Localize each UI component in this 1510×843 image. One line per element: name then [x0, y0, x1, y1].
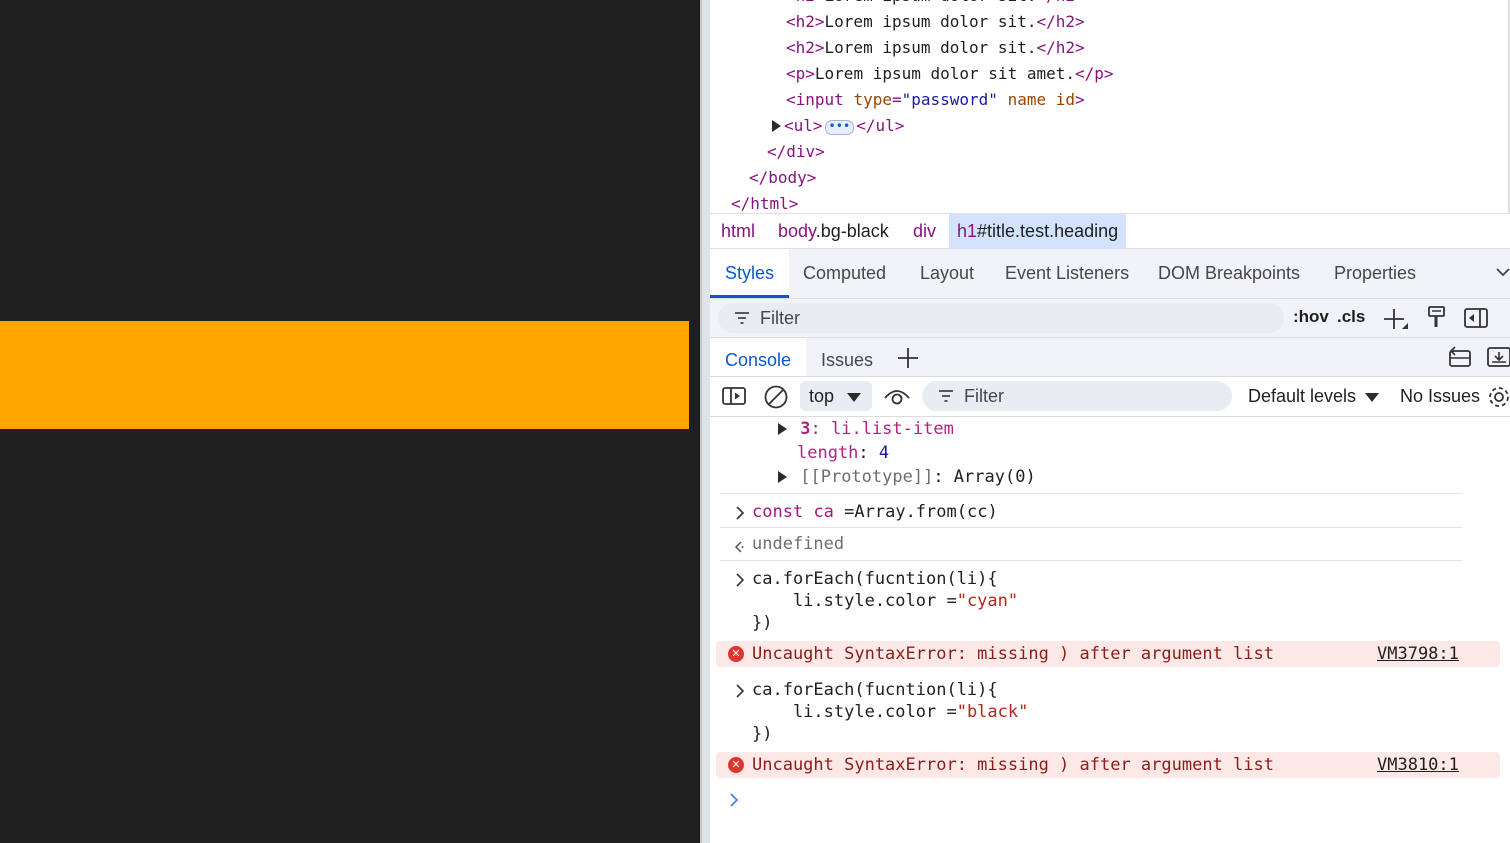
toggle-sidebar-icon[interactable] — [1463, 307, 1489, 329]
expand-triangle-icon[interactable] — [778, 471, 787, 483]
styles-filter-input[interactable]: Filter — [718, 303, 1284, 333]
cls-toggle[interactable]: .cls — [1337, 307, 1365, 327]
caret-down-icon[interactable] — [1365, 393, 1379, 402]
show-sidebar-icon[interactable] — [721, 386, 747, 406]
devtools-splitter[interactable] — [700, 0, 710, 843]
context-selector[interactable]: top — [800, 381, 872, 411]
console-input-line[interactable]: }) — [752, 611, 772, 635]
console-error: ✕ Uncaught SyntaxError: missing ) after … — [716, 752, 1500, 778]
console-input-line[interactable]: }) — [752, 722, 772, 746]
tree-line-div-close[interactable]: </div> — [767, 139, 825, 165]
styles-toolbar: Filter :hov .cls — [710, 299, 1510, 337]
tree-line-body-close[interactable]: </body> — [749, 165, 816, 191]
tab-layout[interactable]: Layout — [905, 249, 989, 298]
tree-line-h2[interactable]: <h2>Lorem ipsum dolor sit.</h2> — [786, 9, 1085, 35]
tab-dom-breakpoints[interactable]: DOM Breakpoints — [1143, 249, 1315, 298]
close-drawer-icon[interactable] — [1486, 346, 1510, 368]
new-style-rule-icon[interactable] — [1382, 307, 1410, 331]
orange-heading-block — [0, 321, 689, 429]
array-length: length: 4 — [797, 443, 890, 463]
console-input-line[interactable]: li.style.color ="black" — [752, 700, 1028, 724]
breadcrumb-body[interactable]: body.bg-black — [770, 214, 897, 249]
tree-line-input[interactable]: <input type="password" name id> — [786, 87, 1085, 113]
tab-properties[interactable]: Properties — [1319, 249, 1431, 298]
issues-counter[interactable]: No Issues — [1400, 377, 1480, 415]
tab-event-listeners[interactable]: Event Listeners — [990, 249, 1144, 298]
tree-line-h2[interactable]: <h2>Lorem ipsum dolor sit.</h2> — [786, 35, 1085, 61]
console-input-line[interactable]: ca.forEach(fucntion(li){ — [752, 678, 998, 702]
tree-line-ul[interactable]: <ul> ••• </ul> — [772, 113, 904, 139]
console-output: 3: li.list-item length: 4 [[Prototype]]:… — [710, 417, 1510, 843]
tab-console[interactable]: Console — [710, 338, 807, 376]
dock-drawer-icon[interactable] — [1446, 346, 1472, 368]
expand-triangle-icon[interactable] — [778, 423, 787, 435]
tree-line-p[interactable]: <p>Lorem ipsum dolor sit amet.</p> — [786, 61, 1114, 87]
ellipsis-badge[interactable]: ••• — [824, 120, 855, 135]
result-arrow-icon — [734, 541, 744, 553]
caret-down-icon — [847, 393, 861, 402]
input-prompt-icon — [736, 506, 745, 520]
tab-styles[interactable]: Styles — [710, 249, 790, 298]
drawer-tabs: Console Issues — [710, 337, 1510, 377]
chevron-down-icon[interactable] — [1496, 265, 1510, 279]
tree-line-html-close[interactable]: </html> — [731, 191, 798, 213]
gear-icon[interactable] — [1486, 384, 1510, 410]
error-icon: ✕ — [728, 757, 744, 773]
error-source-link[interactable]: VM3798:1 — [1377, 641, 1459, 667]
tab-computed[interactable]: Computed — [788, 249, 901, 298]
filter-icon — [735, 312, 749, 324]
tab-issues[interactable]: Issues — [806, 338, 888, 376]
elements-tree: <h2>Lorem ipsum dolor sit.</h2> <h2>Lore… — [710, 0, 1510, 213]
filter-icon — [939, 390, 953, 402]
breadcrumb-div[interactable]: div — [905, 214, 944, 249]
console-error: ✕ Uncaught SyntaxError: missing ) after … — [716, 641, 1500, 667]
breadcrumb-h1-selected[interactable]: h1#title.test.heading — [949, 214, 1127, 249]
paint-brush-icon[interactable] — [1427, 305, 1447, 331]
console-prompt-icon[interactable] — [728, 793, 740, 807]
console-toolbar: top Filter Default levels No Issues — [710, 377, 1510, 417]
console-input-line[interactable]: ca.forEach(fucntion(li){ — [752, 567, 998, 591]
log-levels-dropdown[interactable]: Default levels — [1248, 377, 1356, 415]
input-prompt-icon — [736, 573, 745, 587]
clear-console-icon[interactable] — [763, 384, 789, 410]
breadcrumb-html[interactable]: html — [713, 214, 763, 249]
array-prototype[interactable]: [[Prototype]]: Array(0) — [778, 465, 1036, 489]
breadcrumb: html body.bg-black div h1#title.test.hea… — [710, 213, 1510, 249]
sidebar-tabs: Styles Computed Layout Event Listeners D… — [710, 249, 1510, 299]
input-prompt-icon — [736, 684, 745, 698]
tree-line-partial[interactable]: <h2>Lorem ipsum dolor sit.</h2> — [786, 0, 1085, 9]
console-result: undefined — [752, 534, 845, 554]
page-viewport — [0, 0, 700, 843]
console-filter-input[interactable]: Filter — [922, 381, 1232, 411]
devtools-panel: <h2>Lorem ipsum dolor sit.</h2> <h2>Lore… — [710, 0, 1510, 843]
console-input-line[interactable]: li.style.color ="cyan" — [752, 589, 1018, 613]
error-icon: ✕ — [728, 646, 744, 662]
array-entry[interactable]: 3: li.list-item — [778, 417, 954, 441]
error-source-link[interactable]: VM3810:1 — [1377, 752, 1459, 778]
add-tab-icon[interactable] — [896, 346, 920, 370]
live-expression-eye-icon[interactable] — [883, 386, 911, 408]
console-input-line[interactable]: const ca =Array.from(cc) — [752, 500, 998, 524]
hov-toggle[interactable]: :hov — [1293, 307, 1329, 327]
expand-triangle-icon[interactable] — [772, 120, 781, 132]
